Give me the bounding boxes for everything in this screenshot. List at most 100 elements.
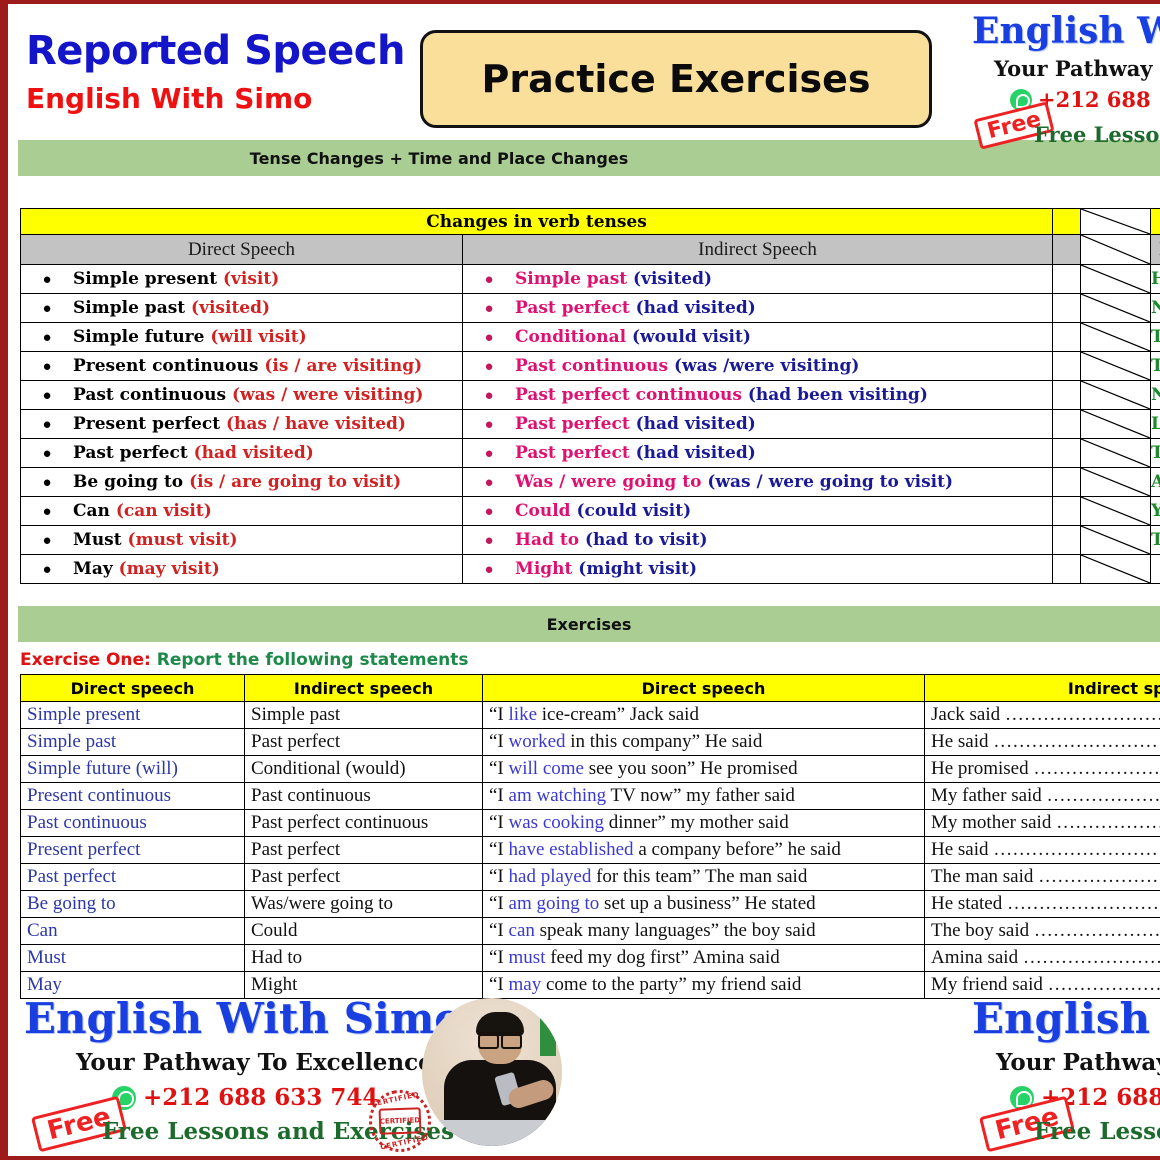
- ex-answer-blank-cell[interactable]: He stated …………………………: [924, 890, 1160, 918]
- ex-answer-blank-cell[interactable]: My mother said ………………: [924, 809, 1160, 837]
- time-place-change-cell: Th: [1150, 525, 1160, 555]
- ex-answer-blank-cell[interactable]: He said ……………………………: [924, 836, 1160, 864]
- ex-answer-blank-cell[interactable]: The boy said ……………………: [924, 917, 1160, 945]
- ex-direct-tense-cell: Past perfect: [20, 863, 245, 891]
- bullet-icon: ●: [42, 330, 52, 346]
- indirect-speech-cell: ● Was / were going to (was / were going t…: [461, 467, 1054, 497]
- indirect-speech-cell: ● Could (could visit): [461, 496, 1054, 526]
- logo-phone-number: +212 688 633 744: [143, 1084, 379, 1111]
- bullet-icon: ●: [484, 272, 494, 288]
- ex-answer-blank-cell[interactable]: My father said …………………: [924, 782, 1160, 810]
- ex-indirect-tense-cell: Conditional (would): [244, 755, 483, 783]
- ex-col-header-direct-speech-1: Direct speech: [20, 674, 245, 702]
- indirect-tense-verb: (had visited): [635, 443, 756, 463]
- indirect-tense-verb: (visited): [633, 269, 713, 289]
- quote-suffix: for this team” The man said: [591, 866, 808, 887]
- direct-speech-cell: ● Simple present (visit): [20, 264, 463, 294]
- spacer-cell: [1052, 351, 1082, 381]
- tense-table-title: Changes in verb tenses: [19, 208, 1054, 235]
- direct-tense-name: Must: [73, 530, 128, 550]
- ex-indirect-tense-cell: Past perfect: [244, 863, 483, 891]
- tense-table: Changes in verb tenses Direct Speech Ind…: [19, 208, 1160, 584]
- diagonal-line-icon: [1081, 294, 1150, 322]
- col-header-direct-right-clipped: Dir: [1150, 234, 1160, 265]
- exercise-table-body: Simple present Simple past “I like ice-cre…: [20, 701, 1160, 999]
- tense-table-wrap: Changes in verb tenses Direct Speech Ind…: [19, 208, 1160, 584]
- table-row: ● May (may visit) ● Might (might visit): [20, 554, 1160, 584]
- glasses-icon: [478, 1032, 522, 1049]
- ex-answer-blank-cell[interactable]: He said ……………………………: [924, 728, 1160, 756]
- table-header-row: Direct speech Indirect speech Direct spe…: [20, 674, 1160, 702]
- ex-indirect-tense-cell: Past continuous: [244, 782, 483, 810]
- indirect-tense-name: Could: [515, 501, 577, 521]
- direct-tense-name: Can: [73, 501, 116, 521]
- ex-answer-blank-cell[interactable]: Amina said ………………………: [924, 944, 1160, 972]
- footer-logo-left: English With Simo Your Pathway To Excell…: [24, 994, 584, 1158]
- photo-background-wall: [540, 998, 556, 1056]
- spacer-cell: [1052, 554, 1082, 584]
- direct-tense-verb: (visit): [222, 269, 280, 289]
- table-row: ● Past perfect (had visited) ● Past perfect…: [20, 438, 1160, 468]
- page-title: Reported Speech: [26, 28, 405, 74]
- direct-tense-verb: (had visited): [193, 443, 314, 463]
- diagonal-spacer-cell: [1080, 293, 1152, 323]
- table-row: ● Past continuous (was / were visiting) ● P…: [20, 380, 1160, 410]
- spacer-cell: [1052, 264, 1082, 294]
- bullet-icon: ●: [484, 301, 494, 317]
- bullet-icon: ●: [42, 417, 52, 433]
- quote-verb: was cooking: [508, 812, 605, 833]
- indirect-speech-cell: ● Past continuous (was /were visiting): [461, 351, 1054, 381]
- spacer-cell: [1052, 409, 1082, 439]
- quote-verb: must: [508, 947, 546, 968]
- ex-answer-blank-cell[interactable]: Jack said …………………………: [924, 701, 1160, 729]
- quote-prefix: “I: [489, 758, 509, 779]
- indirect-tense-name: Past perfect: [515, 443, 636, 463]
- quote-verb: can: [508, 920, 535, 941]
- table-row: ● Must (must visit) ● Had to (had to visit)…: [20, 525, 1160, 555]
- quote-suffix: in this company” He said: [565, 731, 763, 752]
- direct-tense-verb: (will visit): [210, 327, 307, 347]
- indirect-tense-verb: (had visited): [635, 298, 756, 318]
- table-row: Simple past Past perfect “I worked in this…: [20, 728, 1160, 756]
- spacer-cell: [1052, 525, 1082, 555]
- ex-indirect-tense-cell: Could: [244, 917, 483, 945]
- quote-suffix: ice-cream” Jack said: [537, 704, 699, 725]
- direct-tense-verb: (is / are visiting): [264, 356, 423, 376]
- ex-direct-tense-cell: Simple present: [20, 701, 245, 729]
- col-header-direct-speech: Direct Speech: [20, 234, 463, 265]
- table-row: ● Can (can visit) ● Could (could visit) Ye: [20, 496, 1160, 526]
- diagonal-spacer-cell: [1080, 208, 1152, 235]
- direct-speech-cell: ● Past perfect (had visited): [20, 438, 463, 468]
- page-footer: English With Simo Your Pathway To Excell…: [4, 988, 1160, 1158]
- bullet-icon: ●: [484, 475, 494, 491]
- indirect-tense-name: Had to: [515, 530, 585, 550]
- ex-direct-tense-cell: Simple future (will): [20, 755, 245, 783]
- header-logo: English W Your Pathway +212 688 Free Fre…: [972, 10, 1160, 150]
- quote-suffix: set up a business” He stated: [599, 893, 816, 914]
- diagonal-line-icon: [1081, 265, 1150, 293]
- ex-quote-cell: “I can speak many languages” the boy sai…: [482, 917, 925, 945]
- ex-indirect-tense-cell: Past perfect continuous: [244, 809, 483, 837]
- quote-suffix: dinner” my mother said: [604, 812, 789, 833]
- ex-quote-cell: “I must feed my dog first” Amina said: [482, 944, 925, 972]
- diagonal-spacer-cell: [1080, 496, 1152, 526]
- diagonal-spacer-cell: [1080, 234, 1152, 265]
- spacer-cell: [1052, 467, 1082, 497]
- diagonal-spacer-cell: [1080, 351, 1152, 381]
- ex-answer-blank-cell[interactable]: He promised ……………………: [924, 755, 1160, 783]
- quote-suffix: TV now” my father said: [606, 785, 795, 806]
- indirect-tense-verb: (was /were visiting): [673, 356, 860, 376]
- ex-direct-tense-cell: Present continuous: [20, 782, 245, 810]
- exercise-one-instruction: Report the following statements: [156, 650, 469, 670]
- direct-speech-cell: ● Past continuous (was / were visiting): [20, 380, 463, 410]
- quote-verb: had played: [508, 866, 592, 887]
- practice-exercises-button[interactable]: Practice Exercises: [420, 30, 932, 128]
- logo-brand-name: English W: [972, 10, 1160, 52]
- diagonal-spacer-cell: [1080, 554, 1152, 584]
- spacer-cell: [1052, 438, 1082, 468]
- ex-direct-tense-cell: Past continuous: [20, 809, 245, 837]
- indirect-tense-verb: (had to visit): [585, 530, 708, 550]
- ex-answer-blank-cell[interactable]: The man said ……………………: [924, 863, 1160, 891]
- logo-phone-number: +212 688: [1038, 87, 1151, 112]
- direct-speech-cell: ● Present perfect (has / have visited): [20, 409, 463, 439]
